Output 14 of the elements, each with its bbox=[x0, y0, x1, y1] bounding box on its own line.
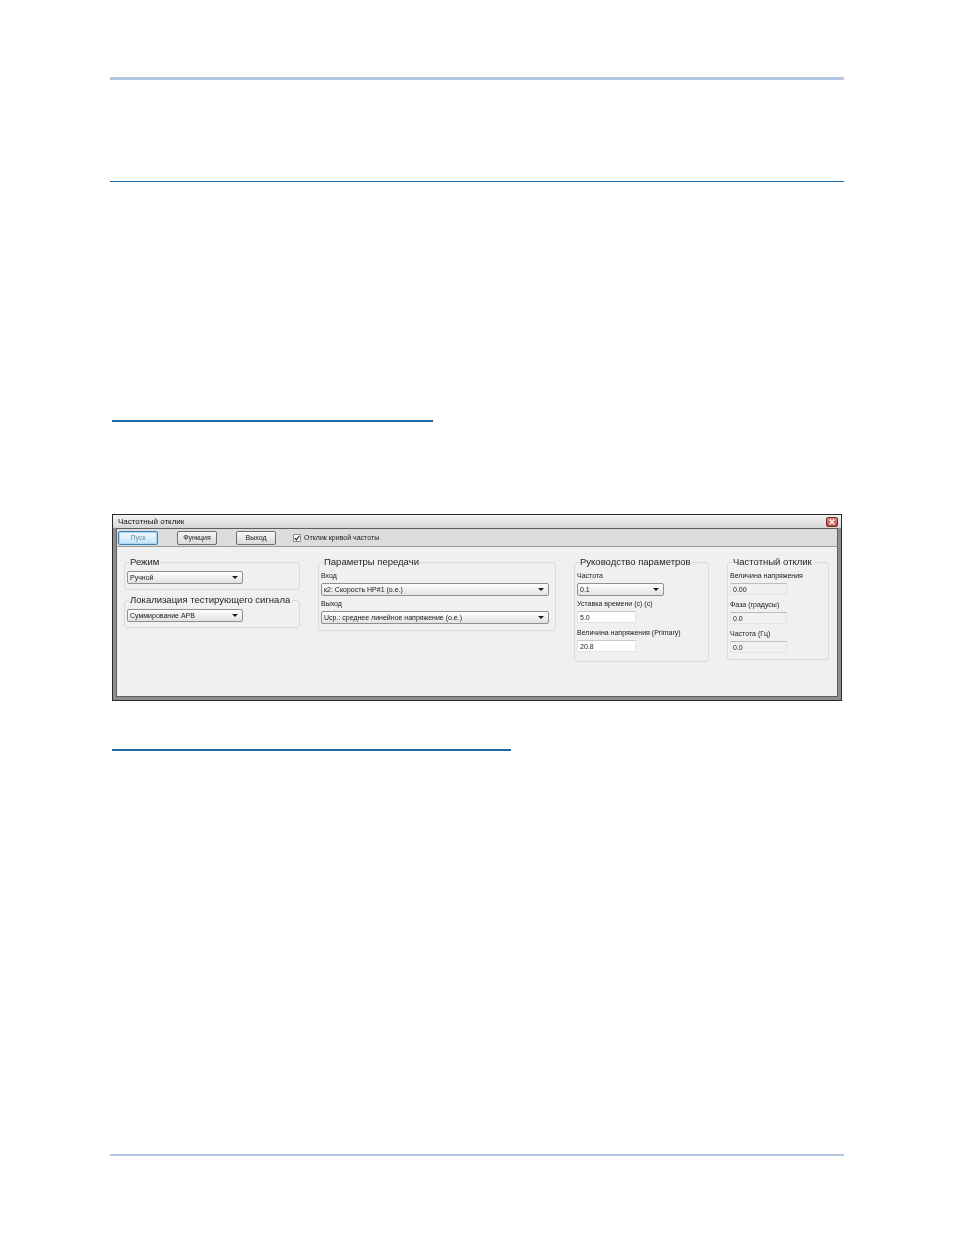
group-title: Локализация тестирующего сигнала bbox=[129, 594, 292, 606]
caret-icon bbox=[232, 614, 238, 617]
group-title: Режим bbox=[129, 556, 161, 568]
window-title: Частотный отклик bbox=[118, 516, 185, 527]
caret-icon bbox=[538, 588, 544, 591]
group-title: Руководство параметров bbox=[579, 556, 692, 568]
caret-icon bbox=[653, 588, 659, 591]
caret-icon bbox=[232, 576, 238, 579]
checkbox[interactable] bbox=[293, 533, 301, 542]
group-title: Частотный отклик bbox=[732, 556, 813, 568]
close-icon bbox=[829, 518, 835, 525]
caret-icon bbox=[538, 616, 544, 619]
group-title: Параметры передачи bbox=[323, 556, 420, 568]
close-button[interactable] bbox=[826, 516, 838, 527]
